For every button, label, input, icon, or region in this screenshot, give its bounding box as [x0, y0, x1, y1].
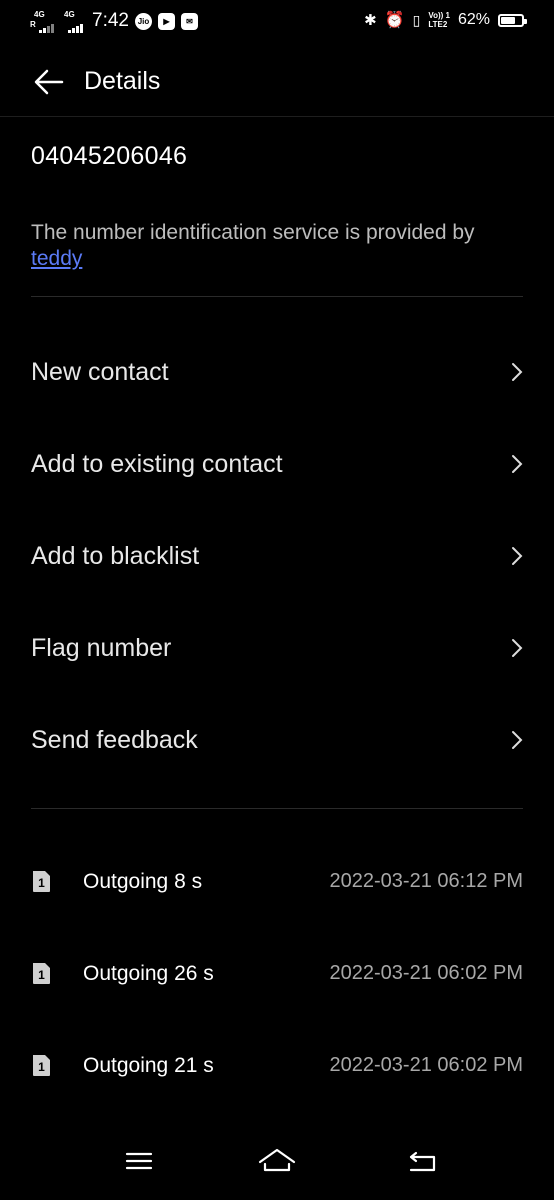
section-divider [31, 296, 523, 297]
phone-number: 04045206046 [31, 142, 188, 170]
call-type: Outgoing 8 s [83, 870, 203, 893]
call-timestamp: 2022-03-21 06:12 PM [329, 870, 523, 892]
menu-item-new-contact[interactable]: New contact [0, 336, 554, 406]
call-type: Outgoing 26 s [83, 962, 214, 985]
back-button[interactable] [30, 64, 70, 100]
home-icon [258, 1148, 296, 1172]
network-type-2: 4G [64, 10, 75, 19]
roaming-indicator: R [30, 20, 36, 29]
nav-menu-button[interactable] [119, 1144, 159, 1178]
sim-card-icon: 1 [33, 871, 50, 892]
menu-item-add-to-existing-contact[interactable]: Add to existing contact [0, 428, 554, 498]
sim-card-icon: 1 [33, 1055, 50, 1076]
volte-icon: Vo)) 1 LTE2 [428, 11, 450, 29]
signal-2-icon: 4G [62, 10, 86, 33]
clock: 7:42 [92, 10, 129, 31]
chevron-right-icon [512, 639, 523, 657]
menu-icon [125, 1152, 153, 1170]
bluetooth-icon: ✱ [364, 12, 377, 29]
status-bar: 4G R 4G 7:42 Jio ▶ ✉ ✱ ⏰ ▯ Vo)) 1 LTE2 6… [0, 0, 554, 44]
menu-item-flag-number[interactable]: Flag number [0, 612, 554, 682]
back-icon [409, 1151, 436, 1172]
alarm-icon: ⏰ [384, 12, 405, 29]
youtube-icon: ▶ [157, 12, 175, 30]
call-timestamp: 2022-03-21 06:02 PM [329, 962, 523, 984]
jio-app-icon: Jio [134, 12, 152, 30]
sim-card-icon: 1 [33, 963, 50, 984]
call-type: Outgoing 21 s [83, 1054, 214, 1077]
chevron-right-icon [512, 363, 523, 381]
status-left: 4G R 4G 7:42 Jio ▶ ✉ [30, 10, 198, 33]
chevron-right-icon [512, 547, 523, 565]
svg-text:1: 1 [38, 1060, 45, 1074]
page-title: Details [84, 67, 161, 95]
svg-text:1: 1 [38, 876, 45, 890]
app-header: Details [0, 48, 554, 116]
nav-back-button[interactable] [402, 1144, 442, 1178]
svg-text:1: 1 [38, 968, 45, 982]
chevron-right-icon [512, 455, 523, 473]
header-divider [0, 116, 554, 117]
call-log-row: 1 Outgoing 21 s 2022-03-21 06:02 PM [0, 1042, 554, 1092]
nav-home-button[interactable] [257, 1144, 297, 1178]
provider-info: The number identification service is pro… [31, 220, 531, 272]
mail-icon: ✉ [180, 12, 198, 30]
section-divider [31, 808, 523, 809]
status-right: ✱ ⏰ ▯ Vo)) 1 LTE2 62% [364, 10, 527, 30]
signal-1-icon: 4G R [30, 10, 56, 33]
provider-text: The number identification service is pro… [31, 221, 475, 244]
menu-item-label: Add to blacklist [31, 542, 200, 570]
vibrate-icon: ▯ [412, 11, 421, 28]
menu-item-label: Send feedback [31, 726, 198, 754]
call-log-row: 1 Outgoing 26 s 2022-03-21 06:02 PM [0, 950, 554, 1000]
menu-item-label: New contact [31, 358, 169, 386]
battery-icon [498, 13, 527, 27]
arrow-left-icon [34, 69, 64, 95]
provider-link[interactable]: teddy [31, 247, 82, 270]
menu-item-add-to-blacklist[interactable]: Add to blacklist [0, 520, 554, 590]
battery-percent: 62% [457, 11, 490, 28]
call-log-row: 1 Outgoing 8 s 2022-03-21 06:12 PM [0, 858, 554, 908]
chevron-right-icon [512, 731, 523, 749]
system-nav-bar [0, 1130, 554, 1200]
call-timestamp: 2022-03-21 06:02 PM [329, 1054, 523, 1076]
menu-item-label: Flag number [31, 634, 172, 662]
menu-item-label: Add to existing contact [31, 450, 283, 478]
menu-item-send-feedback[interactable]: Send feedback [0, 704, 554, 774]
network-type-1: 4G [34, 10, 45, 19]
